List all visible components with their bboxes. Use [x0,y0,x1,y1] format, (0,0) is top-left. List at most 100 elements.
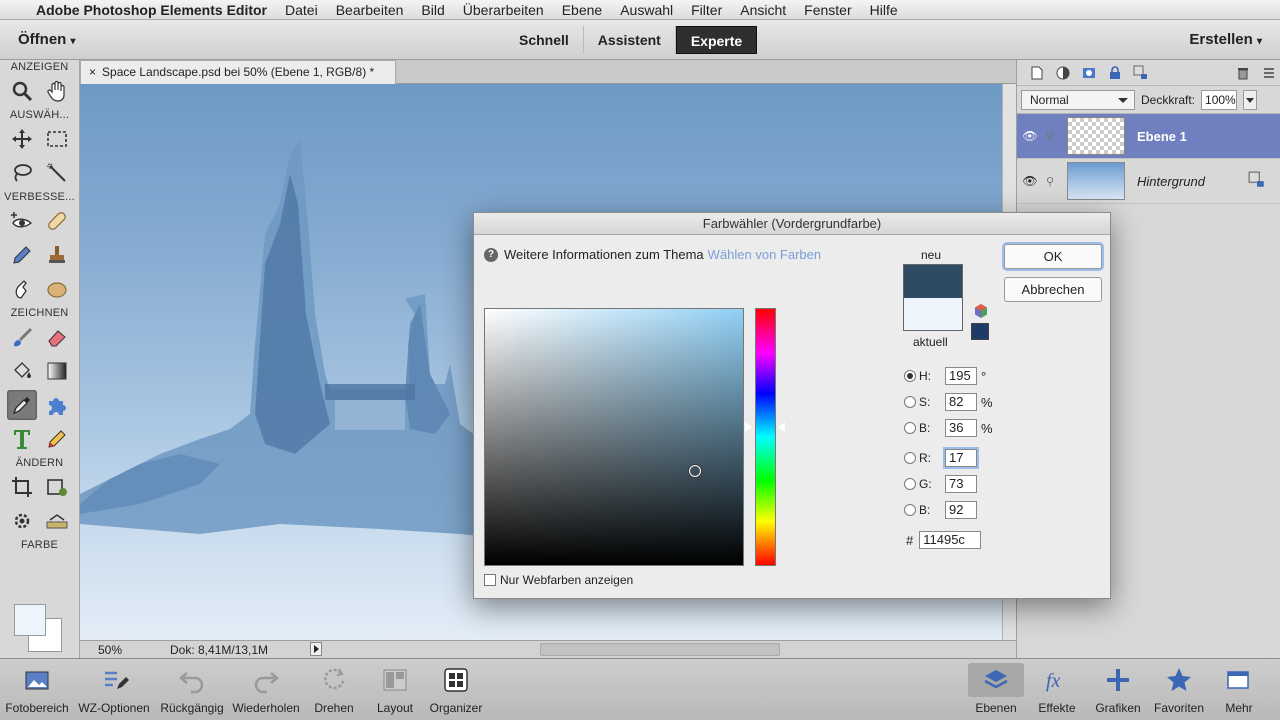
menu-ebene[interactable]: Ebene [562,2,602,18]
menu-filter[interactable]: Filter [691,2,722,18]
hue-input[interactable]: 195 [945,367,977,385]
websafe-color-swatch[interactable] [971,323,989,340]
link-icon[interactable]: ⚲ [1041,175,1059,188]
horizontal-scrollbar[interactable] [540,643,780,656]
clone-stamp-tool[interactable] [42,240,72,270]
straighten-tool[interactable] [42,506,72,536]
marquee-tool[interactable] [42,124,72,154]
foreground-color-swatch[interactable] [14,604,46,636]
panel-menu-button[interactable] [1259,63,1279,83]
menu-ansicht[interactable]: Ansicht [740,2,786,18]
hue-slider-left-handle[interactable] [745,422,752,432]
menu-bearbeiten[interactable]: Bearbeiten [336,2,404,18]
red-eye-tool[interactable] [7,206,37,236]
lock-all-button[interactable] [1105,63,1125,83]
graphics-button[interactable]: Grafiken [1090,663,1146,715]
color-field-cursor[interactable] [689,465,701,477]
layers-button[interactable]: Ebenen [968,663,1024,715]
delete-layer-button[interactable] [1233,63,1253,83]
hand-tool[interactable] [42,76,72,106]
red-radio[interactable] [904,452,916,464]
menu-hilfe[interactable]: Hilfe [870,2,898,18]
eyedropper-tool[interactable] [6,390,37,420]
link-icon[interactable]: ⚲ [1041,130,1059,143]
green-radio[interactable] [904,478,916,490]
sponge-tool[interactable] [42,274,72,304]
spot-healing-tool[interactable] [42,206,72,236]
hex-input[interactable]: 11495c [919,531,982,549]
tab-assistent[interactable]: Assistent [584,26,676,54]
app-name[interactable]: Adobe Photoshop Elements Editor [36,2,267,18]
rotate-button[interactable]: Drehen [306,663,362,715]
smart-brush-tool[interactable] [7,240,37,270]
tab-schnell[interactable]: Schnell [505,26,584,54]
recompose-tool[interactable] [42,472,72,502]
undo-button[interactable]: Rückgängig [158,663,226,715]
open-button[interactable]: Öffnen ▾ [18,31,76,48]
pencil-tool[interactable] [42,424,72,454]
zoom-tool[interactable] [7,76,37,106]
zoom-level[interactable]: 50% [98,643,122,657]
menu-fenster[interactable]: Fenster [804,2,851,18]
gradient-tool[interactable] [42,356,72,386]
info-link[interactable]: Wählen von Farben [708,247,821,262]
move-tool[interactable] [7,124,37,154]
opacity-dropdown[interactable] [1243,89,1258,110]
type-tool[interactable] [7,424,37,454]
eraser-tool[interactable] [42,322,72,352]
create-button[interactable]: Erstellen ▾ [1189,31,1262,48]
menu-auswahl[interactable]: Auswahl [620,2,673,18]
blue-radio[interactable] [904,504,916,516]
layout-button[interactable]: Layout [368,663,422,715]
blend-mode-select[interactable]: Normal [1021,89,1135,110]
close-icon[interactable]: × [89,65,96,79]
favorites-button[interactable]: Favoriten [1150,663,1208,715]
color-field[interactable] [484,308,744,566]
document-tab[interactable]: × Space Landscape.psd bei 50% (Ebene 1, R… [80,60,396,84]
lock-transparency-button[interactable] [1131,63,1151,83]
brightness-input[interactable]: 36 [945,419,977,437]
layer-row-hintergrund[interactable]: 👁 ⚲ Hintergrund [1017,159,1280,204]
layer-mask-button[interactable] [1079,63,1099,83]
hue-slider[interactable] [755,308,776,566]
redo-button[interactable]: Wiederholen [230,663,302,715]
saturation-input[interactable]: 82 [945,393,977,411]
lasso-tool[interactable] [7,158,37,188]
status-menu-button[interactable] [310,642,322,656]
content-move-tool[interactable] [7,506,37,536]
magic-wand-tool[interactable] [42,158,72,188]
organizer-button[interactable]: Organizer [424,663,488,715]
paint-bucket-tool[interactable] [7,356,37,386]
adjustment-layer-button[interactable] [1053,63,1073,83]
opacity-input[interactable]: 100% [1201,89,1238,110]
brush-tool[interactable] [7,322,37,352]
photo-bin-button[interactable]: Fotobereich [4,663,70,715]
cancel-button[interactable]: Abbrechen [1004,277,1102,302]
layer-row-ebene-1[interactable]: 👁 ⚲ Ebene 1 [1017,114,1280,159]
custom-shape-tool[interactable] [42,390,72,420]
eye-icon[interactable]: 👁 [1019,174,1041,188]
saturation-radio[interactable] [904,396,916,408]
menu-ueberarbeiten[interactable]: Überarbeiten [463,2,544,18]
web-colors-checkbox[interactable] [484,574,496,586]
tab-experte[interactable]: Experte [675,26,758,54]
crop-tool[interactable] [7,472,37,502]
effects-button[interactable]: fx Effekte [1030,663,1084,715]
hue-radio[interactable] [904,370,916,382]
green-input[interactable]: 73 [945,475,977,493]
brightness-radio[interactable] [904,422,916,434]
red-input[interactable]: 17 [945,449,977,467]
blue-input[interactable]: 92 [945,501,977,519]
menu-bild[interactable]: Bild [421,2,444,18]
eye-icon[interactable]: 👁 [1019,129,1041,143]
menu-datei[interactable]: Datei [285,2,318,18]
tool-options-button[interactable]: WZ-Optionen [74,663,154,715]
more-button[interactable]: Mehr [1214,663,1264,715]
ok-button[interactable]: OK [1004,244,1102,269]
new-color-label: neu [921,248,942,262]
current-color-preview[interactable] [903,298,963,331]
new-layer-button[interactable] [1027,63,1047,83]
blur-tool[interactable] [7,274,37,304]
cube-icon[interactable] [973,303,989,319]
hue-slider-right-handle[interactable] [778,422,785,432]
